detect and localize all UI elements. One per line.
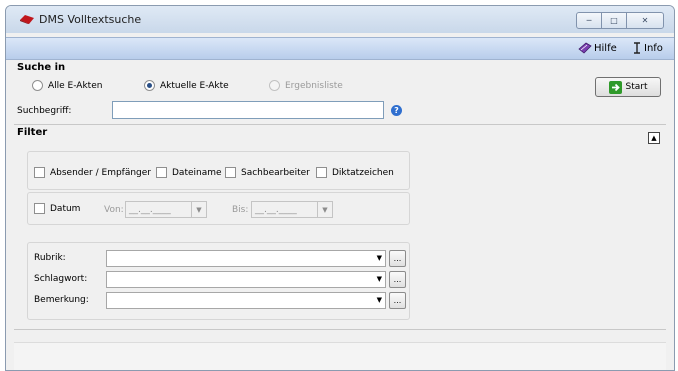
radio-label: Aktuelle E-Akte [160,80,229,91]
radio-all-files[interactable]: Alle E-Akten [32,80,102,91]
title-bar: DMS Volltextsuche ─ □ ✕ [6,6,674,33]
checkbox-date[interactable]: Datum [34,203,80,214]
checkbox-box [34,203,45,214]
rubric-label: Rubrik: [34,253,66,263]
results-area [14,342,666,370]
from-date-picker[interactable]: __.__.____ ▼ [125,201,207,218]
radio-current-file[interactable]: Aktuelle E-Akte [144,80,229,91]
date-filter-group: Datum Von: __.__.____ ▼ Bis: __.__.____ … [27,192,410,225]
date-dropdown-icon: ▼ [317,202,332,217]
date-placeholder: __.__.____ [129,204,171,215]
start-label: Start [625,82,648,92]
keyword-browse-button[interactable]: ... [389,271,406,288]
remark-dropdown[interactable]: ▼ [106,292,386,309]
collapse-filter-icon[interactable]: ▲ [648,132,660,144]
checkbox-filename[interactable]: Dateiname [156,167,222,178]
window-controls: ─ □ ✕ [576,12,664,29]
app-logo-icon [20,15,34,24]
radio-indicator [32,80,43,91]
metadata-filter-group: Rubrik: ▼ ... Schlagwort: ▼ ... Bemerkun… [27,242,410,320]
close-button[interactable]: ✕ [626,12,664,29]
checkbox-label: Dateiname [172,167,222,178]
dropdown-arrow-icon: ▼ [376,275,382,283]
checkbox-sender-recipient[interactable]: Absender / Empfänger [34,167,151,178]
toolbar: Hilfe Info [6,37,674,60]
checkbox-label: Diktatzeichen [332,167,394,178]
filter-title: Filter [17,127,48,138]
start-button[interactable]: Start [595,77,661,97]
app-window: DMS Volltextsuche ─ □ ✕ Hilfe Info Suche… [5,5,675,371]
search-term-input[interactable] [112,101,384,119]
rubric-browse-button[interactable]: ... [389,250,406,267]
date-dropdown-icon: ▼ [191,202,206,217]
checkbox-box [156,167,167,178]
radio-indicator [269,80,280,91]
radio-result-list[interactable]: Ergebnisliste [269,80,343,91]
checkbox-label: Datum [50,203,81,214]
checkbox-clerk[interactable]: Sachbearbeiter [225,167,310,178]
keyword-dropdown[interactable]: ▼ [106,271,386,288]
results-divider [14,329,666,330]
search-help-icon[interactable]: ? [391,105,402,116]
keyword-label: Schlagwort: [34,274,88,284]
to-date-picker[interactable]: __.__.____ ▼ [251,201,333,218]
from-label: Von: [104,205,124,215]
radio-label: Alle E-Akten [48,80,103,91]
filter-panel: Filter ▲ Absender / Empfänger Dateiname … [14,124,666,323]
help-book-icon [578,42,592,54]
help-label: Hilfe [594,42,617,54]
dropdown-arrow-icon: ▼ [376,254,382,262]
info-cursor-icon [634,42,640,54]
remark-label: Bemerkung: [34,295,89,305]
help-button[interactable]: Hilfe [578,42,617,54]
dropdown-arrow-icon: ▼ [376,296,382,304]
maximize-button[interactable]: □ [601,12,627,29]
search-term-label: Suchbegriff: [17,106,72,116]
rubric-dropdown[interactable]: ▼ [106,250,386,267]
checkbox-dictation-code[interactable]: Diktatzeichen [316,167,394,178]
checkbox-box [34,167,45,178]
radio-indicator [144,80,155,91]
radio-label: Ergebnisliste [285,80,343,91]
remark-browse-button[interactable]: ... [389,292,406,309]
text-filter-group: Absender / Empfänger Dateiname Sachbearb… [27,151,410,190]
date-placeholder: __.__.____ [255,204,297,215]
info-label: Info [644,42,663,54]
checkbox-label: Absender / Empfänger [50,167,152,178]
checkbox-box [316,167,327,178]
start-arrow-icon [608,80,622,94]
to-label: Bis: [232,205,249,215]
info-button[interactable]: Info [632,42,663,54]
search-in-panel: Suche in Alle E-Akten Aktuelle E-Akte Er… [14,60,666,122]
checkbox-label: Sachbearbeiter [241,167,310,178]
minimize-button[interactable]: ─ [576,12,602,29]
window-title: DMS Volltextsuche [39,13,142,26]
search-in-title: Suche in [17,62,66,73]
checkbox-box [225,167,236,178]
